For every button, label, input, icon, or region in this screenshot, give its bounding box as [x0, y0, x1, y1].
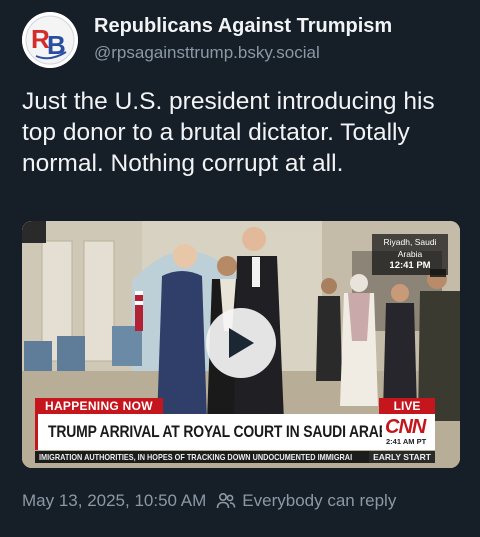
headline-text: TRUMP ARRIVAL AT ROYAL COURT IN SAUDI AR…	[48, 422, 403, 441]
cnn-logo: CNN	[385, 416, 426, 438]
avatar-logo: R B	[22, 12, 78, 68]
avatar-letter-b: B	[47, 30, 66, 60]
display-name[interactable]: Republicans Against Trumpism	[94, 14, 392, 38]
location-text: Riyadh, Saudi Arabia	[383, 237, 437, 259]
timestamp[interactable]: May 13, 2025, 10:50 AM	[22, 491, 206, 511]
live-label: LIVE	[379, 398, 435, 414]
avatar[interactable]: R B	[22, 12, 78, 68]
network-time: 2:41 AM PT	[386, 437, 427, 446]
video-player[interactable]: Riyadh, Saudi Arabia 12:41 PM HAPPENING …	[22, 221, 460, 468]
play-button[interactable]	[206, 308, 276, 378]
news-ticker: IMIGRATION AUTHORITIES, IN HOPES OF TRAC…	[35, 451, 435, 463]
cnn-logo-box: CNN 2:41 AM PT	[382, 414, 435, 450]
post: R B Republicans Against Trumpism @rpsaga…	[0, 0, 480, 537]
post-footer: May 13, 2025, 10:50 AM Everybody can rep…	[22, 491, 396, 511]
headline-bar: TRUMP ARRIVAL AT ROYAL COURT IN SAUDI AR…	[35, 414, 402, 450]
handle[interactable]: @rpsagainsttrump.bsky.social	[94, 42, 392, 64]
play-icon	[229, 328, 254, 358]
location-time: 12:41 PM	[389, 260, 431, 271]
location-badge: Riyadh, Saudi Arabia 12:41 PM	[372, 234, 448, 275]
reply-setting-label: Everybody can reply	[242, 491, 397, 510]
reply-setting[interactable]: Everybody can reply	[216, 491, 396, 511]
post-text: Just the U.S. president introducing his …	[22, 88, 435, 177]
people-icon	[216, 492, 236, 509]
ticker-text: IMIGRATION AUTHORITIES, IN HOPES OF TRAC…	[39, 452, 353, 462]
ticker-tag: EARLY START	[369, 451, 435, 463]
happening-now-label: HAPPENING NOW	[35, 398, 163, 414]
author-info: Republicans Against Trumpism @rpsagainst…	[94, 14, 392, 64]
